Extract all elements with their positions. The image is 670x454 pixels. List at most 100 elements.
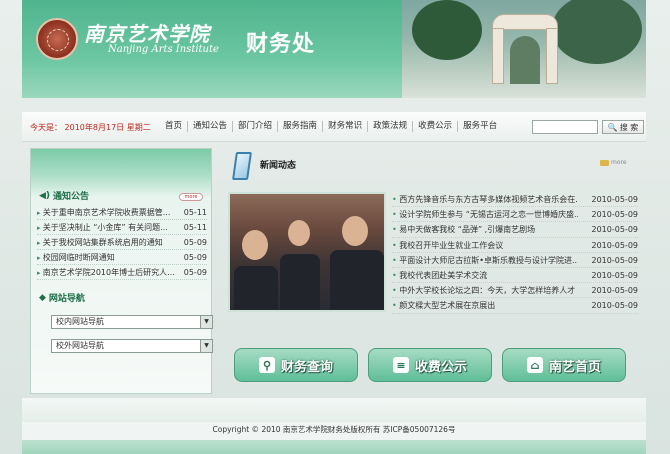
menu-item-about[interactable]: 部门介绍 [232, 121, 277, 132]
copyright-text: Copyright © 2010 南京艺术学院财务处版权所有 苏ICP备0500… [212, 425, 456, 434]
notice-more-link[interactable]: more [179, 193, 203, 201]
campus-gate-photo [402, 0, 646, 98]
news-item-title: 我校召开毕业生就业工作会议 [392, 238, 578, 252]
search-button[interactable]: 🔍 搜 索 [602, 120, 644, 134]
list-item[interactable]: 颜文樑大型艺术展在京展出 2010-05-09 [392, 298, 639, 314]
person-shape [242, 230, 268, 260]
news-more-link[interactable]: more [600, 159, 627, 166]
guide-title-label: 网站导航 [48, 294, 85, 304]
header-banner: 南京艺术学院 Nanjing Arts Institute 财务处 [22, 0, 646, 98]
select-value: 校外网站导航 [56, 341, 104, 350]
news-photo[interactable] [228, 192, 386, 312]
school-seal-logo [36, 18, 78, 60]
search-input[interactable] [532, 120, 598, 134]
list-item[interactable]: 关于我校网站集群系统启用的通知 05-09 [37, 235, 207, 250]
inner-sites-select[interactable]: 校内网站导航 ▼ [51, 315, 213, 329]
news-item-title: 我校代表团赴美学术交流 [392, 268, 578, 282]
magnifier-icon: ⚲ [258, 357, 275, 373]
notice-title-label: 通知公告 [53, 192, 90, 202]
footer: Copyright © 2010 南京艺术学院财务处版权所有 苏ICP备0500… [22, 398, 646, 454]
home-label: 南艺首页 [548, 359, 601, 375]
notice-list: 关于重申南京艺术学院收费票据管... 05-11 关于坚决制止 “小金库” 有关问… [37, 205, 207, 280]
list-item[interactable]: 南京艺术学院2010年博士后研究人... 05-09 [37, 265, 207, 280]
document-icon: ≡ [392, 357, 409, 373]
tree-shape [412, 0, 482, 60]
school-name: 南京艺术学院 [84, 22, 210, 46]
list-item[interactable]: 设计学院师生参与 “无锡古运河之恋一世博婚庆盛... 2010-05-09 [392, 207, 639, 223]
house-icon: ⌂ [526, 357, 543, 373]
main-menu: 首页 通知公告 部门介绍 服务指南 财务常识 政策法规 收费公示 服务平台 [160, 121, 502, 132]
outer-sites-select[interactable]: 校外网站导航 ▼ [51, 339, 213, 353]
person-shape [288, 220, 310, 246]
news-item-date: 2010-05-09 [591, 210, 639, 220]
notice-date: 05-09 [183, 253, 207, 262]
guide-section-title: ◆ 网站导航 [39, 291, 85, 305]
finance-query-button[interactable]: ⚲ 财务查询 [234, 348, 358, 382]
news-item-date: 2010-05-09 [591, 195, 639, 204]
select-value: 校内网站导航 [56, 317, 104, 326]
gate-shape [492, 14, 558, 84]
page: 南京艺术学院 Nanjing Arts Institute 财务处 今天是： 2… [0, 0, 670, 454]
notice-title: 校园网临时断网通知 [37, 250, 175, 264]
tree-shape [552, 0, 642, 64]
arrows-icon: ◆ [39, 292, 46, 303]
news-item-date: 2010-05-09 [591, 286, 639, 296]
news-list: 西方先锋音乐与东方古琴多媒体视频艺术音乐会在... 2010-05-09 设计学院… [392, 192, 638, 314]
list-item[interactable]: 关于重申南京艺术学院收费票据管... 05-11 [37, 205, 207, 220]
menu-item-policies[interactable]: 政策法规 [367, 121, 412, 132]
search-button-label: 搜 索 [619, 122, 639, 132]
news-section-title: 新闻动态 [260, 161, 297, 171]
monitor-icon [232, 152, 252, 180]
news-item-title: 中外大学校长论坛之四：今天，大学怎样培养人才 [392, 283, 578, 297]
fee-public-button[interactable]: ≡ 收费公示 [368, 348, 492, 382]
chevron-down-icon: ▼ [200, 316, 212, 328]
menu-item-service-platform[interactable]: 服务平台 [457, 121, 502, 132]
news-item-date: 2010-05-09 [591, 225, 639, 235]
menu-item-fee-public[interactable]: 收费公示 [412, 121, 457, 132]
news-item-title: 颜文樑大型艺术展在京展出 [392, 298, 578, 312]
news-item-title: 西方先锋音乐与东方古琴多媒体视频艺术音乐会在... [392, 192, 578, 206]
nav-bar: 今天是： 2010年8月17日 星期二 首页 通知公告 部门介绍 服务指南 财务… [22, 112, 646, 142]
today-date: 今天是： 2010年8月17日 星期二 [30, 123, 151, 132]
department-name: 财务处 [246, 32, 316, 57]
gate-pillar [492, 28, 504, 84]
news-header: 新闻动态 more [228, 150, 636, 188]
list-item[interactable]: 校园网临时断网通知 05-09 [37, 250, 207, 265]
notice-date: 05-11 [183, 208, 207, 217]
list-item[interactable]: 关于坚决制止 “小金库” 有关问题... 05-11 [37, 220, 207, 235]
news-more-label: more [611, 159, 627, 166]
news-item-title: 易中天做客我校 “品弹” ,引爆南艺剧场 [392, 222, 578, 236]
news-item-date: 2010-05-09 [591, 301, 639, 311]
news-item-date: 2010-05-09 [591, 240, 639, 250]
person-shape [280, 254, 320, 310]
finance-query-label: 财务查询 [280, 359, 333, 375]
news-item-title: 平面设计大师尼古拉斯•卓斯乐教授与设计学院进... [392, 253, 578, 267]
menu-item-home[interactable]: 首页 [160, 121, 187, 132]
gate-pillar [546, 28, 558, 84]
folder-icon [600, 159, 609, 166]
person-shape [342, 216, 368, 246]
search-icon: 🔍 [607, 122, 618, 132]
list-item[interactable]: 我校代表团赴美学术交流 2010-05-09 [392, 268, 639, 284]
notice-title: 关于重申南京艺术学院收费票据管... [37, 205, 175, 219]
news-item-date: 2010-05-09 [591, 270, 639, 280]
menu-item-service-guide[interactable]: 服务指南 [277, 121, 322, 132]
notice-date: 05-09 [183, 238, 207, 247]
news-item-title: 设计学院师生参与 “无锡古运河之恋一世博婚庆盛... [392, 207, 578, 221]
notice-section-title: ◀) 通知公告 [39, 189, 90, 203]
list-item[interactable]: 平面设计大师尼古拉斯•卓斯乐教授与设计学院进... 2010-05-09 [392, 253, 638, 268]
list-item[interactable]: 中外大学校长论坛之四：今天，大学怎样培养人才 2010-05-09 [392, 283, 639, 299]
list-item[interactable]: 易中天做客我校 “品弹” ,引爆南艺剧场 2010-05-09 [392, 222, 639, 238]
menu-item-notices[interactable]: 通知公告 [187, 121, 232, 132]
notice-title: 关于我校网站集群系统启用的通知 [37, 235, 175, 249]
gate-arch [510, 36, 540, 84]
list-item[interactable]: 我校召开毕业生就业工作会议 2010-05-09 [392, 238, 638, 253]
menu-item-finance-knowledge[interactable]: 财务常识 [322, 121, 367, 132]
fee-public-label: 收费公示 [414, 359, 467, 375]
chevron-down-icon: ▼ [200, 340, 212, 352]
speaker-icon: ◀) [39, 190, 51, 201]
notice-title: 关于坚决制止 “小金库” 有关问题... [37, 220, 175, 234]
notice-title: 南京艺术学院2010年博士后研究人... [37, 265, 175, 279]
list-item[interactable]: 西方先锋音乐与东方古琴多媒体视频艺术音乐会在... 2010-05-09 [392, 192, 639, 208]
home-button[interactable]: ⌂ 南艺首页 [502, 348, 626, 382]
